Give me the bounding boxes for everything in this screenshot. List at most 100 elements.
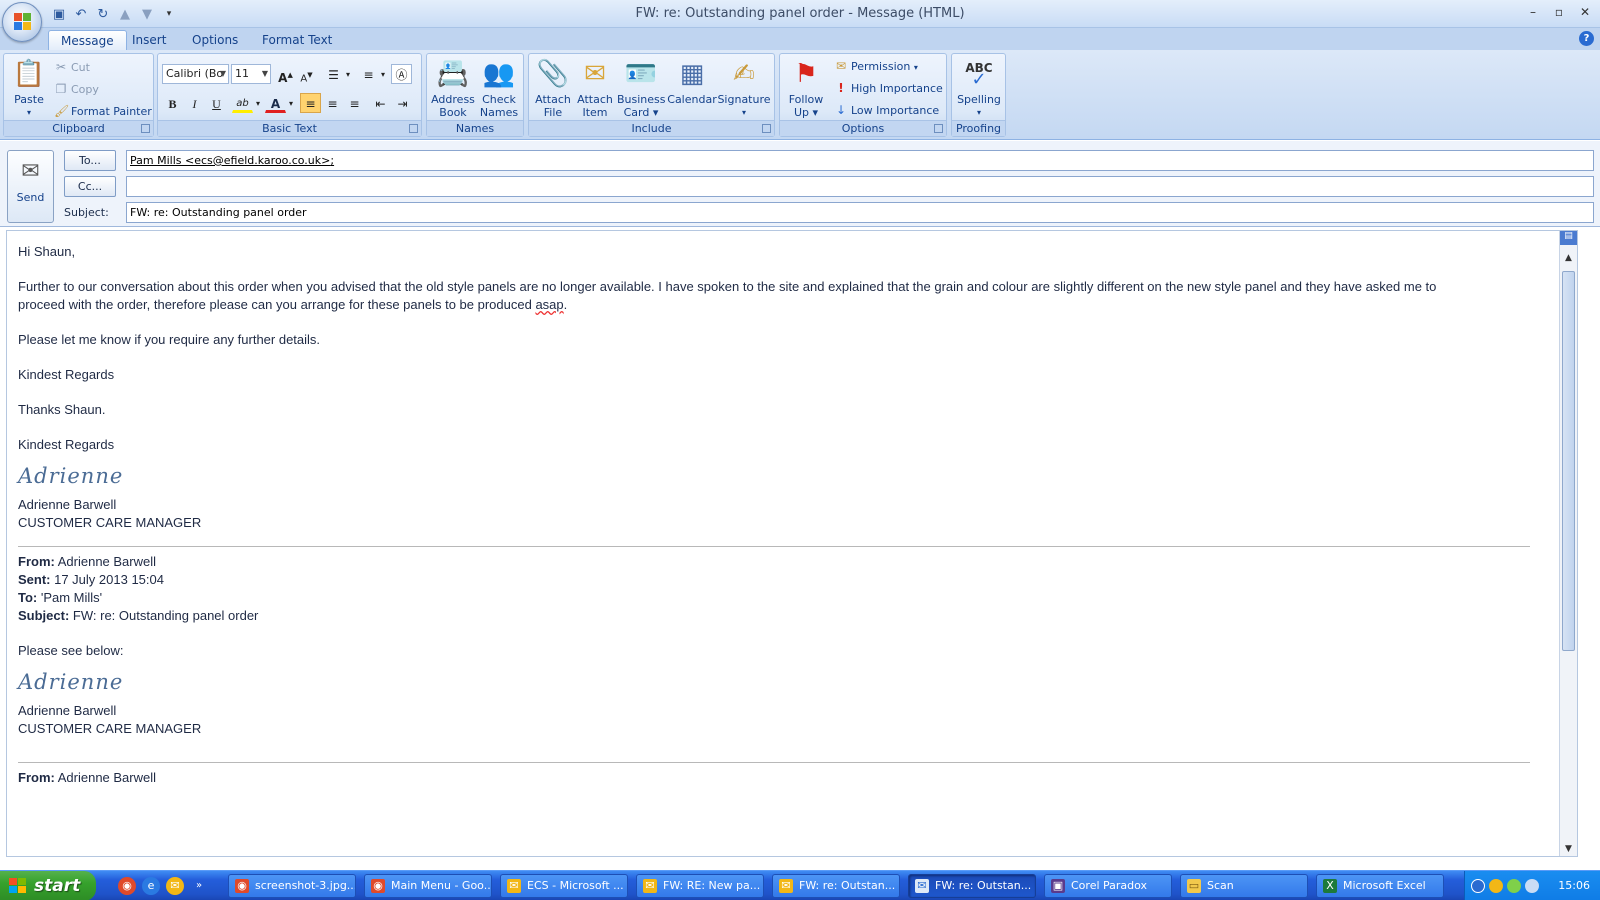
to-field[interactable]: Pam Mills <ecs@efield.karoo.co.uk>; xyxy=(126,150,1594,171)
permission-button[interactable]: ✉ Permission ▾ xyxy=(834,56,918,76)
forward-from-2: From: Adrienne Barwell xyxy=(18,770,157,785)
increase-indent-button[interactable]: ⇥ xyxy=(392,93,413,113)
tab-options[interactable]: Options xyxy=(180,30,250,50)
scrollbar-thumb[interactable] xyxy=(1562,271,1575,651)
to-button[interactable]: To... xyxy=(64,150,116,171)
paintbrush-icon: 🖌 xyxy=(54,104,70,118)
include-launcher-icon[interactable] xyxy=(762,124,771,133)
low-importance-button[interactable]: ↓ Low Importance xyxy=(834,100,939,120)
signature-title: CUSTOMER CARE MANAGER xyxy=(18,515,202,530)
paperclip-icon: 📎 xyxy=(536,58,570,89)
more-icon[interactable]: » xyxy=(190,877,208,895)
scroll-up-icon[interactable]: ▲ xyxy=(1560,253,1577,263)
message-content[interactable]: Hi Shaun, Further to our conversation ab… xyxy=(18,243,1548,787)
chrome-icon[interactable]: ◉ xyxy=(118,877,136,895)
outlook-quick-icon[interactable]: ✉ xyxy=(166,877,184,895)
signature-title-2: CUSTOMER CARE MANAGER xyxy=(18,721,202,736)
windows-logo-icon xyxy=(9,878,27,894)
cut-button[interactable]: ✂ Cut xyxy=(54,57,90,77)
clipboard-launcher-icon[interactable] xyxy=(141,124,150,133)
proofing-group-label: Proofing xyxy=(952,120,1005,136)
address-book-button[interactable]: 📇 Address Book xyxy=(431,58,475,120)
clear-formatting-button[interactable]: Ⓐ xyxy=(391,64,412,84)
tray-expand-icon[interactable] xyxy=(1471,879,1485,893)
copy-button[interactable]: ❐ Copy xyxy=(54,79,99,99)
highlight-color-button[interactable]: ab xyxy=(232,93,253,113)
message-body[interactable]: Hi Shaun, Further to our conversation ab… xyxy=(6,230,1578,857)
attach-item-button[interactable]: ✉ Attach Item xyxy=(575,58,615,120)
calendar-button[interactable]: ▦ Calendar xyxy=(667,58,717,107)
italic-button[interactable]: I xyxy=(184,93,205,113)
office-button[interactable] xyxy=(2,2,42,42)
task-corel-paradox[interactable]: ▣ Corel Paradox xyxy=(1044,874,1172,898)
shrink-font-button[interactable]: A▼ xyxy=(296,64,317,84)
attach-file-button[interactable]: 📎 Attach File xyxy=(533,58,573,120)
names-group-label: Names xyxy=(427,120,523,136)
subject-field[interactable]: FW: re: Outstanding panel order xyxy=(126,202,1594,223)
send-button[interactable]: ✉ Send xyxy=(7,150,54,223)
scissors-icon: ✂ xyxy=(55,60,67,74)
include-group-label: Include xyxy=(529,120,774,136)
paste-button[interactable]: 📋 Paste ▾ xyxy=(9,58,49,119)
excel-icon: X xyxy=(1323,879,1337,893)
signature-button[interactable]: ✍ Signature ▾ xyxy=(717,58,771,119)
cc-field[interactable] xyxy=(126,176,1594,197)
task-screenshot[interactable]: ◉ screenshot-3.jpg... xyxy=(228,874,356,898)
bullets-dropdown-icon[interactable]: ▾ xyxy=(343,64,353,84)
misspelled-word[interactable]: asap xyxy=(535,297,563,312)
decrease-indent-button[interactable]: ⇤ xyxy=(370,93,391,113)
task-scan[interactable]: ▭ Scan xyxy=(1180,874,1308,898)
tab-insert[interactable]: Insert xyxy=(120,30,178,50)
start-button[interactable]: start xyxy=(0,871,96,900)
recipient-pam-mills[interactable]: Pam Mills <ecs@efield.karoo.co.uk> xyxy=(130,154,330,167)
bold-button[interactable]: B xyxy=(162,93,183,113)
ruler-toggle-icon[interactable]: ▤ xyxy=(1560,231,1577,245)
format-painter-button[interactable]: 🖌 Format Painter xyxy=(54,101,152,121)
spelling-button[interactable]: ABC ✓ Spelling ▾ xyxy=(954,58,1004,119)
minimize-button[interactable]: – xyxy=(1522,3,1544,21)
align-left-button[interactable]: ≡ xyxy=(300,93,321,113)
maximize-button[interactable]: ▫ xyxy=(1548,3,1570,21)
scroll-down-icon[interactable]: ▼ xyxy=(1560,844,1577,854)
options-group-label: Options xyxy=(780,120,946,136)
options-launcher-icon[interactable] xyxy=(934,124,943,133)
check-names-button[interactable]: 👥 Check Names xyxy=(477,58,521,120)
tray-outlook-icon[interactable] xyxy=(1489,879,1503,893)
numbering-dropdown-icon[interactable]: ▾ xyxy=(378,64,388,84)
font-color-dropdown-icon[interactable]: ▾ xyxy=(286,93,296,113)
chevron-down-icon: ▼ xyxy=(219,69,226,78)
tray-network-icon[interactable] xyxy=(1525,879,1539,893)
task-ecs-microsoft[interactable]: ✉ ECS - Microsoft ... xyxy=(500,874,628,898)
follow-up-button[interactable]: ⚑ Follow Up ▾ xyxy=(784,58,828,120)
task-microsoft-excel[interactable]: X Microsoft Excel xyxy=(1316,874,1444,898)
tab-message[interactable]: Message xyxy=(48,30,127,50)
include-group: 📎 Attach File ✉ Attach Item 🪪 Business C… xyxy=(528,53,775,137)
paste-icon: 📋 xyxy=(12,58,46,89)
window-controls: – ▫ ✕ xyxy=(1522,3,1596,21)
font-name-select[interactable]: Calibri (Bo ▼ xyxy=(162,64,229,84)
task-main-menu[interactable]: ◉ Main Menu - Goo... xyxy=(364,874,492,898)
business-card-button[interactable]: 🪪 Business Card ▾ xyxy=(617,58,666,120)
close-button[interactable]: ✕ xyxy=(1574,3,1596,21)
highlight-dropdown-icon[interactable]: ▾ xyxy=(253,93,263,113)
align-center-button[interactable]: ≡ xyxy=(322,93,343,113)
task-fw-outstanding-1[interactable]: ✉ FW: re: Outstan... xyxy=(772,874,900,898)
internet-explorer-icon[interactable]: e xyxy=(142,877,160,895)
basic-text-launcher-icon[interactable] xyxy=(409,124,418,133)
vertical-scrollbar[interactable]: ▤ ▲ ▼ xyxy=(1559,231,1577,856)
task-fw-outstanding-2[interactable]: ✉ FW: re: Outstan... xyxy=(908,874,1036,898)
help-icon[interactable]: ? xyxy=(1579,31,1594,46)
tab-format-text[interactable]: Format Text xyxy=(250,30,344,50)
align-right-button[interactable]: ≡ xyxy=(344,93,365,113)
task-fw-new-panel[interactable]: ✉ FW: RE: New pa... xyxy=(636,874,764,898)
options-group: ⚑ Follow Up ▾ ✉ Permission ▾ ! High Import… xyxy=(779,53,947,137)
high-importance-button[interactable]: ! High Importance xyxy=(834,78,943,98)
cc-button[interactable]: Cc... xyxy=(64,176,116,197)
numbering-button[interactable]: ≡ xyxy=(358,64,379,84)
bullets-button[interactable]: ☰ xyxy=(323,64,344,84)
font-size-select[interactable]: 11 ▼ xyxy=(231,64,271,84)
tray-status-icon[interactable] xyxy=(1507,879,1521,893)
grow-font-button[interactable]: A▲ xyxy=(275,64,296,85)
font-color-button[interactable]: A xyxy=(265,93,286,113)
underline-button[interactable]: U xyxy=(206,93,227,113)
